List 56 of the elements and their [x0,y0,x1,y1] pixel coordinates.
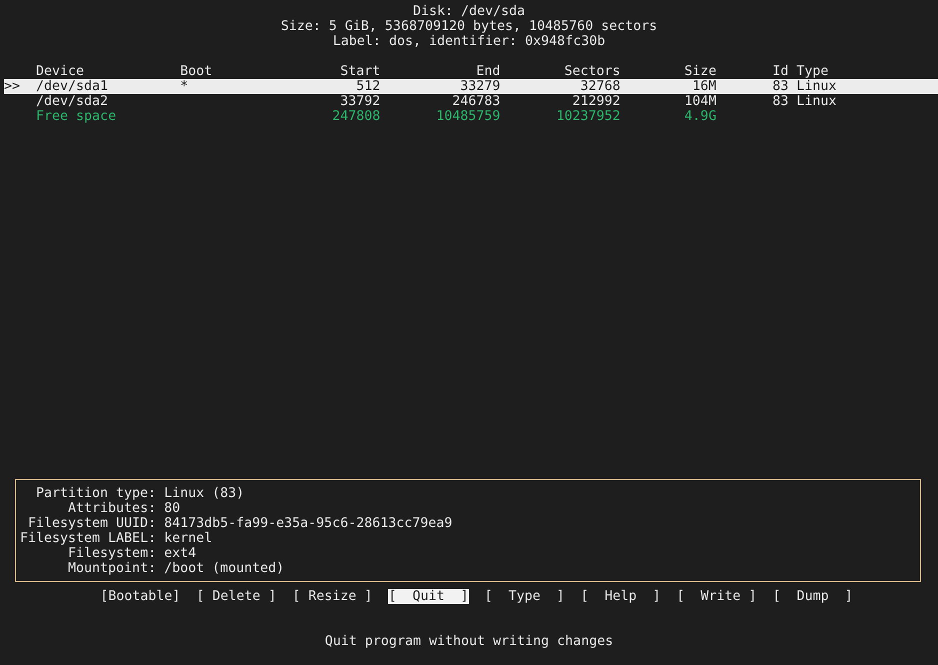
table-cell: 104M [684,94,716,109]
table-cell: 33792 [340,94,380,109]
table-cell: /dev/sda2 [36,94,108,109]
table-cell: Free space [36,109,116,124]
partition-row[interactable]: /dev/sda2 33792 246783 212992 104M 83 Linux [4,94,938,109]
table-cell: Linux [796,79,837,94]
table-cell: * [180,79,188,94]
disk-label: Label: dos, identifier: 0x948fc30b [332,34,606,49]
table-cell: 32768 [580,79,620,94]
column-header: Boot [180,64,214,79]
cursor-marker: >> [4,79,20,94]
menu-button[interactable]: [Bootable] [100,589,180,604]
table-cell: 33279 [460,79,500,94]
field-label: Filesystem UUID: [28,516,156,531]
disk-size: Size: 5 GiB, 5368709120 bytes, 10485760 sectors [280,19,658,34]
field-value: 84173db5-fa99-e35a-95c6-28613cc79ea9 [164,516,452,531]
table-cell: 10485759 [436,109,500,124]
table-cell: 247808 [332,109,380,124]
field-label: Filesystem: [68,546,156,561]
column-header: Start [339,64,380,79]
column-header: Type [796,64,830,79]
column-header: Sectors [563,64,620,79]
field-value: 80 [164,501,180,516]
table-cell: 246783 [452,94,500,109]
field-value: kernel [164,531,212,546]
table-cell: 4.9G [684,109,716,124]
table-cell: 212992 [572,94,620,109]
field-label: Attributes: [68,501,156,516]
field-value: /boot (mounted) [164,561,284,576]
menu-button[interactable]: [ Type ] [484,589,565,604]
column-header: Size [683,64,716,79]
menu-button[interactable]: [ Help ] [580,589,661,604]
column-header: End [475,64,500,79]
partition-row[interactable]: >> /dev/sda1 * 512 33279 32768 16M 83 Linux [4,79,938,94]
menu-button[interactable]: [ Write ] [676,589,757,604]
menu-button[interactable]: [ Dump ] [772,589,853,604]
field-label: Filesystem LABEL: [20,531,156,546]
table-cell: 10237952 [556,109,620,124]
menu-button[interactable]: [ Delete ] [196,589,276,604]
table-cell: 83 [772,94,788,109]
status-text: Quit program without writing changes [324,634,614,649]
field-value: ext4 [164,546,196,561]
column-header: Device [36,64,86,79]
field-label: Mountpoint: [68,561,156,576]
field-label: Partition type: [36,486,156,501]
table-cell: Linux [796,94,837,109]
table-cell: /dev/sda1 [36,79,108,94]
table-cell: 16M [692,79,716,94]
menu-button[interactable]: [ Resize ] [292,589,372,604]
column-header: Id [772,64,790,79]
menu-button[interactable]: [ Quit ] [388,589,468,604]
field-value: Linux (83) [164,486,244,501]
disk-title: Disk: /dev/sda [412,4,526,19]
partition-row[interactable]: Free space 247808 10485759 10237952 4.9G [4,109,938,124]
table-cell: 83 [772,79,788,94]
table-cell: 512 [356,79,380,94]
